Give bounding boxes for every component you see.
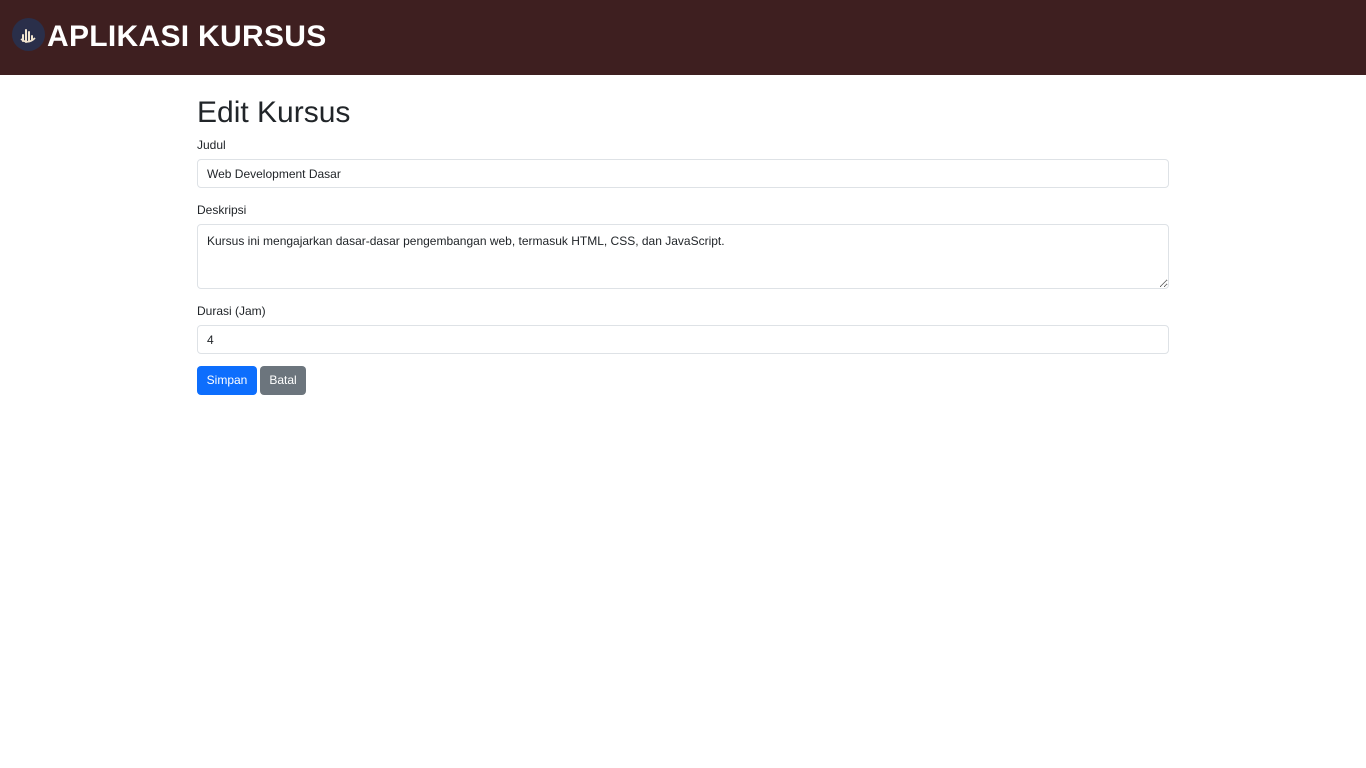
deskripsi-textarea[interactable]: Kursus ini mengajarkan dasar-dasar penge… (197, 224, 1169, 289)
deskripsi-label: Deskripsi (197, 203, 247, 217)
judul-label: Judul (197, 138, 226, 152)
top-navbar: APLIKASI KURSUS (0, 0, 1366, 75)
judul-input[interactable] (197, 159, 1169, 188)
edit-course-form: Edit Kursus Judul Deskripsi Kursus ini m… (197, 95, 1169, 395)
durasi-input[interactable] (197, 325, 1169, 354)
judul-group: Judul (197, 137, 1169, 188)
durasi-group: Durasi (Jam) (197, 303, 1169, 354)
app-title[interactable]: APLIKASI KURSUS (47, 19, 327, 55)
flame-logo-icon[interactable] (12, 18, 45, 51)
save-button[interactable]: Simpan (197, 366, 257, 395)
deskripsi-group: Deskripsi Kursus ini mengajarkan dasar-d… (197, 202, 1169, 289)
durasi-label: Durasi (Jam) (197, 304, 266, 318)
cancel-button[interactable]: Batal (260, 366, 306, 395)
page-title: Edit Kursus (197, 96, 351, 129)
form-actions: Simpan Batal (197, 366, 1169, 395)
